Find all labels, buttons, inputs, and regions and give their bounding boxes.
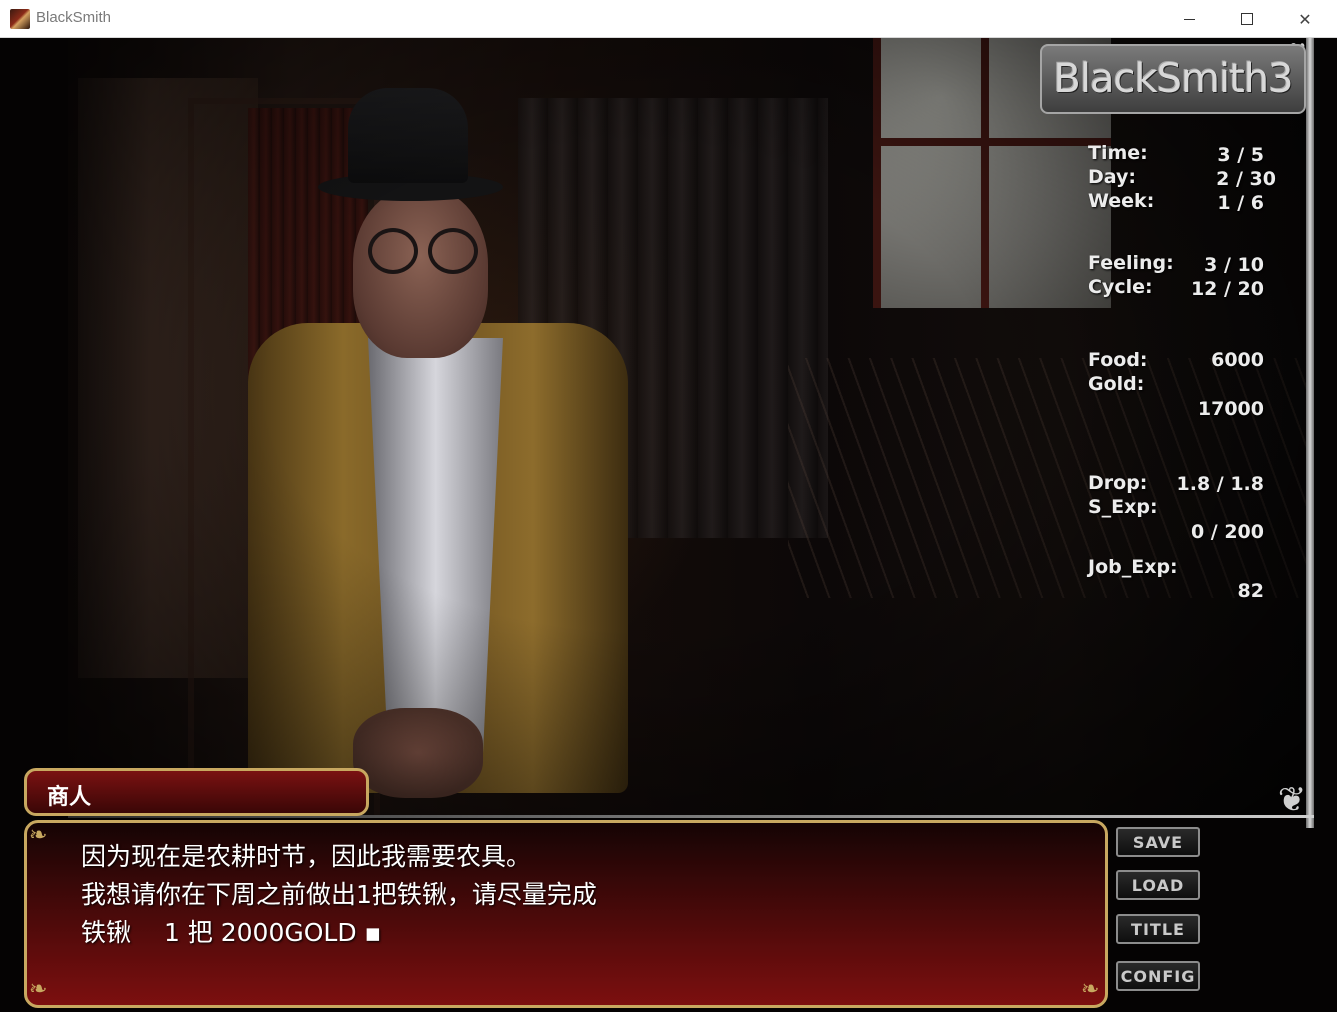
dialog-line-2: 我想请你在下周之前做出1把铁锹，请尽量完成	[81, 880, 597, 909]
window-title: BlackSmith	[36, 9, 112, 26]
dialog-line-1: 因为现在是农耕时节，因此我需要农具。	[81, 842, 532, 871]
config-button[interactable]: CONFIG	[1116, 961, 1200, 991]
stat-gold-value: 17000	[1197, 398, 1264, 420]
game-logo: BlackSmith3	[1040, 44, 1306, 114]
ornament-icon: ❧	[29, 823, 48, 848]
speaker-name: 商人	[47, 785, 92, 810]
game-area[interactable]: ❦ ❦ BlackSmith3 Time: 3 / 5 Day: 2 / 30 …	[0, 36, 1337, 1012]
frame-right	[1306, 38, 1314, 828]
stat-gold-label: Gold:	[1088, 373, 1145, 395]
stat-day-label: Day:	[1088, 166, 1136, 188]
maximize-icon[interactable]	[1218, 0, 1276, 38]
dialog-box[interactable]: ❧ ❧ ❧ 因为现在是农耕时节，因此我需要农具。 我想请你在下周之前做出1把铁锹…	[24, 820, 1108, 1008]
stat-day-value: 2 / 30	[1216, 168, 1276, 190]
window-titlebar: BlackSmith ✕	[0, 0, 1337, 38]
stat-cycle-value: 12 / 20	[1190, 278, 1264, 300]
stat-drop-value: 1.8 / 1.8	[1176, 473, 1265, 495]
stat-food-value: 6000	[1211, 349, 1264, 371]
logo-text: BlackSmith3	[1053, 56, 1293, 102]
dialog-line-3: 铁锹 1 把 2000GOLD ▪	[81, 918, 382, 947]
minimize-icon[interactable]	[1160, 0, 1218, 38]
stat-feeling-label: Feeling:	[1088, 252, 1174, 274]
stat-time-value: 3 / 5	[1217, 144, 1264, 166]
stat-sexp-value: 0 / 200	[1190, 521, 1264, 543]
app-icon	[10, 9, 30, 29]
stat-food-label: Food:	[1088, 349, 1148, 371]
load-button[interactable]: LOAD	[1116, 870, 1200, 900]
speaker-namebox: 商人	[24, 768, 369, 816]
stat-drop-label: Drop:	[1088, 472, 1148, 494]
ornament-icon: ❦	[1277, 780, 1307, 820]
stat-feeling-value: 3 / 10	[1204, 254, 1264, 276]
stat-cycle-label: Cycle:	[1088, 276, 1153, 298]
stat-week-value: 1 / 6	[1217, 192, 1264, 214]
stat-jobexp-label: Job_Exp:	[1088, 556, 1178, 578]
stats-panel: Time: 3 / 5 Day: 2 / 30 Week: 1 / 6 Feel…	[1088, 138, 1288, 618]
stat-week-label: Week:	[1088, 190, 1155, 212]
ornament-icon: ❧	[29, 977, 48, 1002]
ornament-icon: ❧	[1081, 977, 1100, 1002]
stat-jobexp-value: 82	[1237, 580, 1264, 602]
stat-sexp-label: S_Exp:	[1088, 496, 1158, 518]
title-button[interactable]: TITLE	[1116, 914, 1200, 944]
save-button[interactable]: SAVE	[1116, 827, 1200, 857]
close-icon[interactable]: ✕	[1276, 0, 1334, 38]
stat-time-label: Time:	[1088, 142, 1148, 164]
